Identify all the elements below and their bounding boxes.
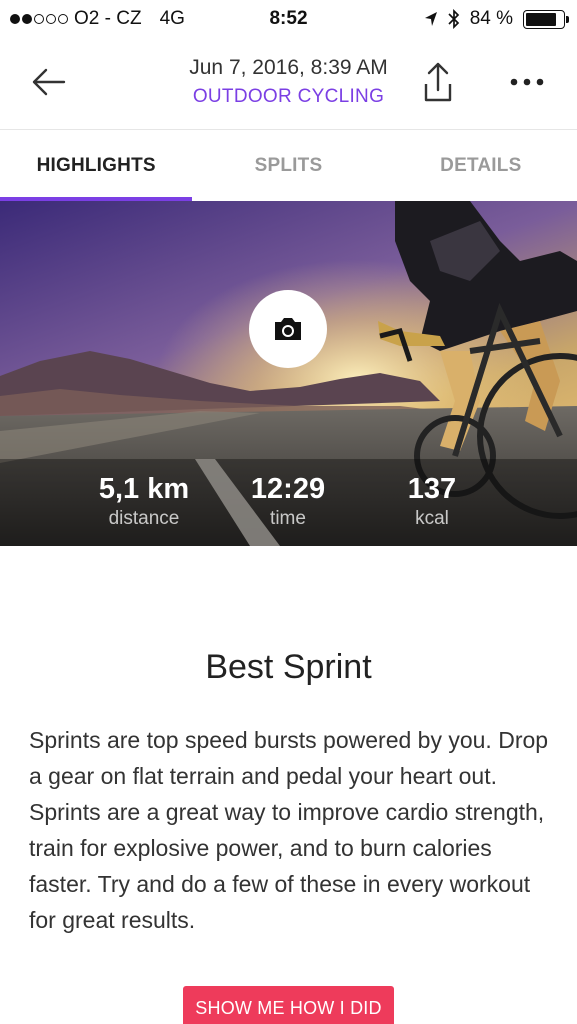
highlight-title: Best Sprint xyxy=(205,648,372,686)
add-photo-button[interactable] xyxy=(249,290,327,368)
share-icon[interactable] xyxy=(418,60,458,104)
stat-distance: 5,1 km distance xyxy=(94,473,194,530)
stat-label: kcal xyxy=(415,508,449,529)
more-icon[interactable] xyxy=(505,70,549,94)
status-bar: O2 - CZ 4G 8:52 84 % xyxy=(0,0,577,38)
highlight-description: Sprints are top speed bursts powered by … xyxy=(29,727,549,933)
battery-percent: 84 % xyxy=(469,8,513,29)
header-title-block: Jun 7, 2016, 8:39 AM OUTDOOR CYCLING xyxy=(0,56,577,108)
tab-splits[interactable]: SPLITS xyxy=(192,131,384,201)
tab-highlights[interactable]: HIGHLIGHTS xyxy=(0,131,192,201)
tab-details[interactable]: DETAILS xyxy=(385,131,577,201)
workout-header: Jun 7, 2016, 8:39 AM OUTDOOR CYCLING xyxy=(0,38,577,130)
bluetooth-icon xyxy=(448,9,459,29)
stat-label: time xyxy=(270,508,306,529)
activity-type: OUTDOOR CYCLING xyxy=(192,86,385,107)
stat-value: 137 xyxy=(407,473,457,505)
stat-value: 5,1 km xyxy=(98,473,190,505)
tab-bar: HIGHLIGHTS SPLITS DETAILS xyxy=(0,131,577,201)
status-right: 84 % xyxy=(424,8,569,30)
stat-label: distance xyxy=(108,508,180,529)
stat-value: 12:29 xyxy=(250,473,326,505)
battery-icon xyxy=(523,9,569,29)
workout-stats: 5,1 km distance 12:29 time 137 kcal xyxy=(0,459,577,546)
show-me-how-i-did-button[interactable]: SHOW ME HOW I DID xyxy=(183,986,394,1024)
stat-kcal: 137 kcal xyxy=(382,473,482,530)
location-icon xyxy=(424,12,437,26)
hero-image: 5,1 km distance 12:29 time 137 kcal xyxy=(0,201,577,546)
camera-icon xyxy=(275,318,301,340)
workout-date: Jun 7, 2016, 8:39 AM xyxy=(189,56,388,79)
stat-time: 12:29 time xyxy=(238,473,338,530)
